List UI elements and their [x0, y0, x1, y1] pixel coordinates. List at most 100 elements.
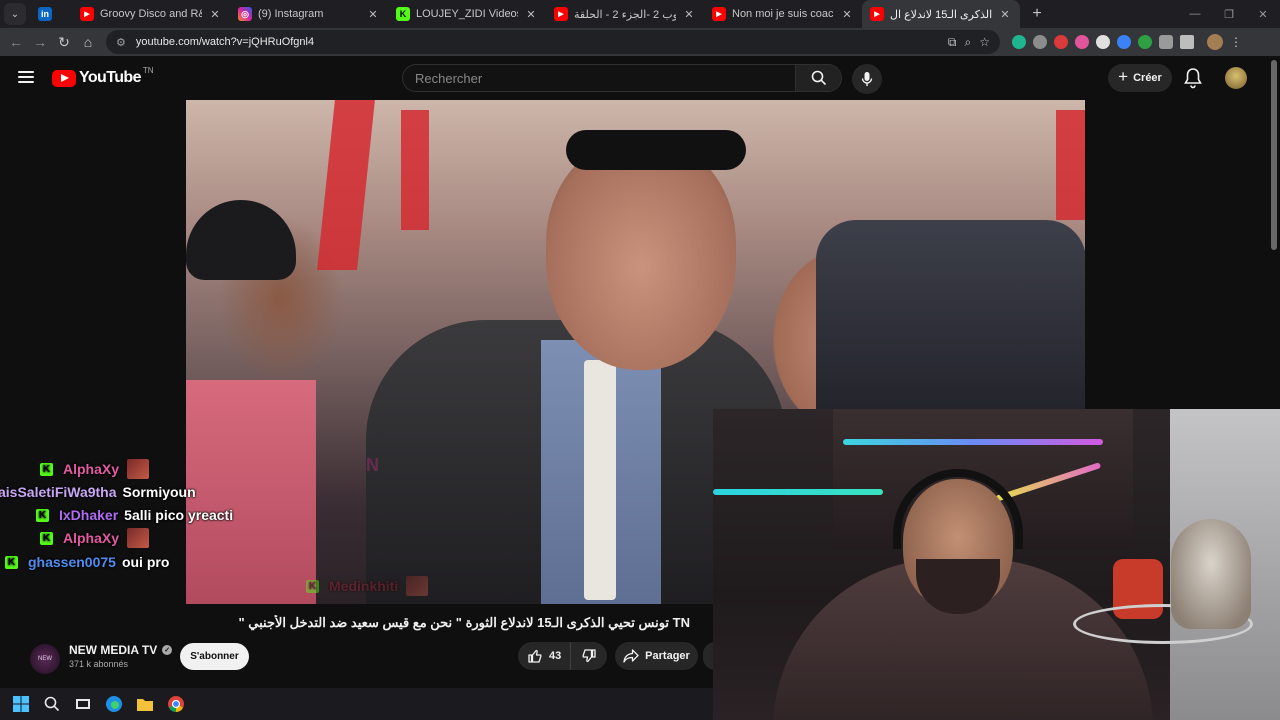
- youtube-play-icon: [52, 69, 76, 87]
- chat-text: 5alli pico yreacti: [124, 507, 234, 523]
- browser-toolbar: ← → ↻ ⌂ ⚙ youtube.com/watch?v=jQHRuOfgnl…: [0, 28, 1280, 56]
- new-tab-button[interactable]: +: [1026, 3, 1048, 25]
- create-button[interactable]: + Créer: [1108, 64, 1172, 92]
- reading-list-icon[interactable]: [1180, 35, 1194, 49]
- tab-title: مسلسل مكتوب 2 -الجزء 2 - الحلقة: [574, 8, 676, 21]
- close-tab-icon[interactable]: ✕: [998, 8, 1012, 21]
- coat-shape: [186, 380, 316, 604]
- tab-title: Non moi je suis coach - YouTub: [732, 8, 834, 20]
- browser-profile-avatar[interactable]: [1207, 34, 1223, 50]
- edge-icon[interactable]: [105, 695, 123, 713]
- bell-icon: [1184, 68, 1202, 89]
- windows-start-icon[interactable]: [12, 695, 30, 713]
- search-input[interactable]: [403, 65, 795, 91]
- cat-shape: [1171, 519, 1251, 629]
- channel-name-link[interactable]: NEW MEDIA TV ✓: [69, 643, 173, 657]
- tab-kick-loujey[interactable]: K LOUJEY_ZIDI Videos - Watch Or ✕: [388, 0, 546, 28]
- extension-icon[interactable]: [1075, 35, 1089, 49]
- chat-message: K ghassen0075 oui pro: [5, 551, 169, 573]
- sunglasses-shape: [566, 130, 746, 170]
- extension-icon[interactable]: [1012, 35, 1026, 49]
- chat-username: AlphaXy: [63, 461, 120, 477]
- share-button[interactable]: Partager: [615, 642, 698, 670]
- notifications-button[interactable]: [1183, 67, 1203, 89]
- home-icon[interactable]: ⌂: [76, 30, 100, 54]
- voice-search-button[interactable]: [852, 64, 882, 94]
- thumbs-down-icon: [582, 649, 596, 663]
- extension-icon[interactable]: [1117, 35, 1131, 49]
- chat-username: AlphaXy: [63, 530, 120, 546]
- tab-instagram[interactable]: ◎ (9) Instagram ✕: [230, 0, 388, 28]
- menu-icon[interactable]: [18, 71, 34, 83]
- youtube-icon: ▶: [554, 7, 568, 21]
- tab-title: تونس تحيي الذكرى الـ15 لاندلاع ال: [890, 8, 992, 21]
- extension-icon[interactable]: [1138, 35, 1152, 49]
- linkedin-icon: in: [38, 7, 52, 21]
- maximize-icon[interactable]: ❐: [1212, 0, 1246, 28]
- chat-message: aisSaletiFiWa9tha Sormiyoun: [0, 481, 196, 503]
- led-strip-shape: [843, 439, 1103, 445]
- address-bar[interactable]: ⚙ youtube.com/watch?v=jQHRuOfgnl4 ⧉ ⌕ ☆: [106, 30, 1000, 54]
- browser-menu-icon[interactable]: ⋮: [1230, 35, 1242, 49]
- youtube-icon: ▶: [870, 7, 884, 21]
- tab-title: (9) Instagram: [258, 8, 324, 20]
- chat-message: K AlphaXy: [40, 527, 150, 549]
- chat-username: Medinkhiti: [329, 578, 399, 594]
- chrome-icon[interactable]: [167, 695, 185, 713]
- youtube-icon: ▶: [712, 7, 726, 21]
- puzzle-extensions-icon[interactable]: [1159, 35, 1173, 49]
- window-controls: — ❐ ✕: [1178, 0, 1280, 28]
- taskbar-search-icon[interactable]: [43, 695, 61, 713]
- dislike-button[interactable]: [571, 642, 607, 670]
- close-window-icon[interactable]: ✕: [1246, 0, 1280, 28]
- minimize-icon[interactable]: —: [1178, 0, 1212, 28]
- bookmark-star-icon[interactable]: ☆: [979, 35, 990, 50]
- close-tab-icon[interactable]: ✕: [682, 8, 696, 21]
- youtube-logo[interactable]: YouTube TN: [52, 66, 154, 87]
- forward-icon[interactable]: →: [28, 30, 52, 54]
- emote-icon: [406, 576, 429, 596]
- flag-shape: [401, 110, 429, 230]
- chat-message: K Medinkhiti: [306, 575, 429, 597]
- tab-active-video[interactable]: ▶ تونس تحيي الذكرى الـ15 لاندلاع ال ✕: [862, 0, 1020, 28]
- task-view-icon[interactable]: [74, 695, 92, 713]
- extension-icon[interactable]: [1096, 35, 1110, 49]
- close-tab-icon[interactable]: ✕: [366, 8, 380, 21]
- chat-message: K AlphaXy: [40, 458, 150, 480]
- close-tab-icon[interactable]: ✕: [524, 8, 538, 21]
- close-tab-icon[interactable]: ✕: [208, 8, 222, 21]
- page-scrollbar[interactable]: [1271, 60, 1277, 250]
- file-explorer-icon[interactable]: [136, 695, 154, 713]
- like-count: 43: [549, 650, 562, 662]
- back-icon[interactable]: ←: [4, 30, 28, 54]
- hat-shape: [186, 200, 296, 280]
- kick-badge-icon: K: [40, 462, 53, 476]
- verified-check-icon: ✓: [162, 645, 173, 655]
- tab-title: LOUJEY_ZIDI Videos - Watch Or: [416, 8, 518, 20]
- zoom-icon[interactable]: ⌕: [965, 35, 972, 50]
- account-avatar[interactable]: [1225, 67, 1247, 89]
- thumbs-up-icon: [528, 649, 542, 663]
- like-dislike-group: 43: [518, 642, 607, 670]
- extension-icon[interactable]: [1054, 35, 1068, 49]
- search-button[interactable]: [795, 65, 841, 91]
- tab-maktoub[interactable]: ▶ مسلسل مكتوب 2 -الجزء 2 - الحلقة ✕: [546, 0, 704, 28]
- like-button[interactable]: 43: [518, 642, 572, 670]
- screen: ⌄ in ▶ Groovy Disco and R&B Mix at ✕ ◎ (…: [0, 0, 1280, 720]
- channel-avatar[interactable]: NEW: [30, 644, 60, 674]
- share-label: Partager: [645, 650, 690, 662]
- tab-linkedin[interactable]: in: [30, 0, 72, 28]
- url-text: youtube.com/watch?v=jQHRuOfgnl4: [135, 36, 315, 48]
- emote-icon: [127, 528, 150, 548]
- tab-coach[interactable]: ▶ Non moi je suis coach - YouTub ✕: [704, 0, 862, 28]
- install-app-icon[interactable]: ⧉: [948, 35, 957, 50]
- subscribe-button[interactable]: S'abonner: [180, 643, 249, 670]
- tab-groovy-disco[interactable]: ▶ Groovy Disco and R&B Mix at ✕: [72, 0, 230, 28]
- close-tab-icon[interactable]: ✕: [840, 8, 854, 21]
- tab-search-button[interactable]: ⌄: [4, 3, 26, 25]
- site-info-icon[interactable]: ⚙: [116, 36, 126, 49]
- extension-icon[interactable]: [1033, 35, 1047, 49]
- chat-username: ghassen0075: [28, 554, 116, 570]
- microphone-icon: [861, 72, 873, 86]
- reload-icon[interactable]: ↻: [52, 30, 76, 54]
